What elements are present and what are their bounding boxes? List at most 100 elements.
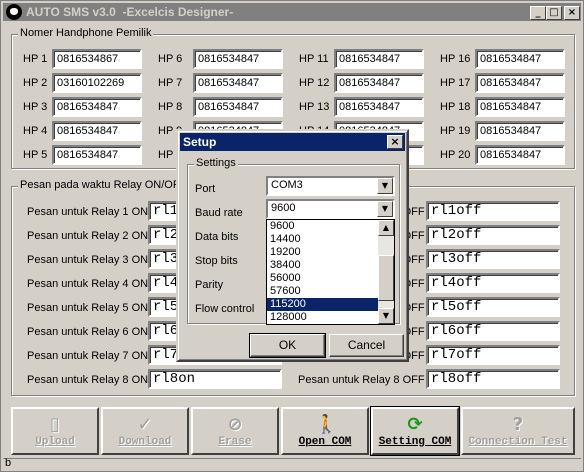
relay-off-message-input[interactable]: rl7off [426,345,560,365]
phone-label: HP 18 [440,101,471,113]
erase-button[interactable]: ⊘ Erase [191,407,279,455]
close-button[interactable]: × [564,6,580,20]
baud-rate-option[interactable]: 14400 [267,233,378,246]
baud-rate-label: Baud rate [195,207,243,219]
phone-label: HP 6 [158,53,183,65]
setting-com-button[interactable]: ⟳ Setting COM [370,406,460,456]
cancel-button[interactable]: Cancel [329,334,404,357]
title-bar[interactable]: AUTO SMS v3.0 -Excelcis Designer- _ □ × [3,3,581,21]
relay-on-label: Pesan untuk Relay 7 ON [27,350,149,362]
port-value: COM3 [271,179,303,191]
panda-app-icon [6,4,22,20]
baud-rate-select[interactable]: 9600 ▼ [266,199,395,219]
phone-label: HP 12 [299,77,330,89]
maximize-button[interactable]: □ [546,6,562,20]
relay-on-label: Pesan untuk Relay 6 ON [27,326,149,338]
phone-number-input[interactable]: 03160102269 [52,73,142,93]
baud-rate-option[interactable]: 9600 [267,220,378,233]
port-select[interactable]: COM3 ▼ [266,176,395,196]
relay-off-message-input[interactable]: rl5off [426,297,560,317]
phone-number-input[interactable]: 0816534847 [52,145,142,165]
relay-off-message-input[interactable]: rl6off [426,321,560,341]
ok-button[interactable]: OK [249,333,326,358]
port-label: Port [195,183,216,195]
baud-rate-dropdown-arrow-icon[interactable]: ▼ [377,201,393,217]
relay-on-label: Pesan untuk Relay 8 ON [27,374,149,386]
relay-off-message-input[interactable]: rl2off [426,225,560,245]
dropdown-scrollbar[interactable]: ▲ ▼ [378,220,394,324]
baud-rate-option[interactable]: 19200 [267,246,378,259]
phone-number-input[interactable]: 0816534847 [52,97,142,117]
scroll-thumb[interactable] [378,255,394,301]
open-com-button[interactable]: 🚶 Open COM [281,407,369,455]
scroll-up-icon[interactable]: ▲ [378,220,394,236]
scroll-down-icon[interactable]: ▼ [378,308,394,324]
baud-rate-option[interactable]: 128000 [267,311,378,324]
phone-label: HP 17 [440,77,471,89]
relay-off-label: Pesan untuk Relay 8 OFF [298,374,425,386]
phone-number-input[interactable]: 0816534847 [52,121,142,141]
relay-off-message-input[interactable]: rl3off [426,249,560,269]
baud-rate-option[interactable]: 38400 [267,259,378,272]
flow-control-label: Flow control [195,303,255,315]
phone-numbers-group-label: Nomer Handphone Pemilik [18,27,154,39]
phone-label: HP 16 [440,53,471,65]
baud-rate-value: 9600 [271,202,296,214]
question-icon: ? [512,414,524,435]
phone-number-input[interactable]: 0816534847 [334,73,424,93]
status-text: b [5,457,12,469]
baud-rate-option[interactable]: 57600 [267,285,378,298]
baud-rate-dropdown-list[interactable]: 9600 14400 19200 38400 56000 57600 115200 12800… [266,219,395,325]
data-bits-label: Data bits [195,231,239,243]
main-window: AUTO SMS v3.0 -Excelcis Designer- _ □ × … [0,0,584,472]
relay-on-label: Pesan untuk Relay 3 ON [27,254,149,266]
erase-icon: ⊘ [227,414,243,435]
phone-number-input[interactable]: 0816534847 [193,49,283,69]
phone-label: HP 5 [23,149,48,161]
phone-label: HP 4 [23,125,48,137]
port-dropdown-arrow-icon[interactable]: ▼ [377,178,393,194]
setup-dialog-title-bar[interactable]: Setup × [180,133,405,151]
refresh-icon: ⟳ [407,414,423,435]
window-title: AUTO SMS v3.0 -Excelcis Designer- [26,5,234,19]
phone-number-input[interactable]: 0816534847 [475,97,565,117]
phone-number-input[interactable]: 0816534847 [475,121,565,141]
phone-number-input[interactable]: 0816534847 [475,49,565,69]
upload-button[interactable]: ▯ Upload [11,407,99,455]
relay-off-message-input[interactable]: rl8off [426,369,560,389]
relay-messages-group-label: Pesan pada waktu Relay ON/OFF [18,179,189,191]
relay-off-message-input[interactable]: rl1off [426,201,560,221]
phone-label: HP 20 [440,149,471,161]
relay-on-message-input[interactable]: rl8on [148,369,282,389]
phone-number-input[interactable]: 0816534847 [475,145,565,165]
parity-label: Parity [195,279,224,291]
relay-on-label: Pesan untuk Relay 5 ON [27,302,149,314]
download-button[interactable]: ✓ Download [101,407,189,455]
running-man-icon: 🚶 [315,414,338,435]
minimize-button[interactable]: _ [530,6,546,20]
setup-dialog: Setup × Settings Port COM3 ▼ Baud rate 9… [176,129,409,362]
phone-number-input[interactable]: 0816534867 [52,49,142,69]
phone-label: HP 19 [440,125,471,137]
download-icon: ✓ [137,414,153,435]
phone-number-input[interactable]: 0816534847 [193,73,283,93]
phone-label: HP 1 [23,53,48,65]
baud-rate-option[interactable]: 56000 [267,272,378,285]
connection-test-button[interactable]: ? Connection Test [461,407,575,455]
phone-label: HP 3 [23,101,48,113]
relay-off-message-input[interactable]: rl4off [426,273,560,293]
phone-number-input[interactable]: 0816534847 [193,97,283,117]
setup-dialog-title: Setup [183,135,217,149]
setup-dialog-close-button[interactable]: × [387,135,403,149]
baud-rate-option[interactable]: 115200 [267,298,378,311]
stop-bits-label: Stop bits [195,255,238,267]
phone-number-input[interactable]: 0816534847 [334,97,424,117]
phone-label: HP 11 [299,53,329,65]
phone-number-input[interactable]: 0816534847 [475,73,565,93]
phone-label: HP 8 [158,101,183,113]
phone-label: HP 7 [158,77,183,89]
phone-label: HP 13 [299,101,330,113]
phone-number-input[interactable]: 0816534847 [334,49,424,69]
relay-on-label: Pesan untuk Relay 2 ON [27,230,149,242]
phone-label: HP 2 [23,77,48,89]
